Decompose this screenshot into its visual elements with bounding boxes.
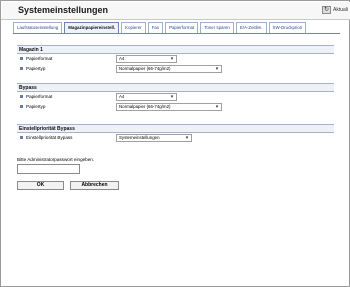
select-value: Normalpapier (66-74g/m2) (119, 104, 171, 109)
select-value: Normalpapier (66-74g/m2) (119, 66, 171, 71)
tab-bar: Laufstatuseinstellung Magazinpapiereinst… (13, 22, 307, 33)
papiertyp-select[interactable]: Normalpapier (66-74g/m2) ▾ (116, 103, 222, 111)
papierformat-select[interactable]: A4 ▾ (116, 55, 177, 63)
papiertyp-label: Papiertyp (26, 66, 46, 71)
papiertyp-select[interactable]: Normalpapier (66-74g/m2) ▾ (116, 65, 222, 73)
row-papierformat: Papierformat A4 ▾ (17, 92, 334, 102)
refresh-icon: ↻ (322, 6, 331, 14)
select-value: Systemeinstellungen (119, 135, 160, 140)
tab-laufstatuseinstellung[interactable]: Laufstatuseinstellung (13, 22, 63, 33)
bullet-icon (20, 95, 23, 98)
row-papiertyp: Papiertyp Normalpapier (66-74g/m2) ▾ (17, 102, 334, 112)
row-papierformat: Papierformat A4 ▾ (17, 54, 334, 64)
tab-kopierer[interactable]: Kopierer (121, 22, 146, 33)
tab-magazinpapiereinstell[interactable]: Magazinpapiereinstell. (64, 22, 120, 33)
papiertyp-label: Papiertyp (26, 104, 46, 109)
tab-sw-druckprioritaet[interactable]: SW-Druckpriori (268, 22, 307, 33)
bullet-icon (20, 67, 23, 70)
chevron-down-icon: ▾ (170, 56, 174, 62)
tab-papierformat[interactable]: Papierformat (165, 22, 199, 33)
chevron-down-icon: ▾ (185, 135, 189, 141)
section-title: Bypass (17, 83, 334, 92)
select-value: A4 (119, 56, 125, 61)
chevron-down-icon: ▾ (215, 104, 219, 110)
section-title: Einstellpriorität Bypass (17, 124, 334, 133)
tab-divider (13, 33, 340, 34)
password-label: Bitte Administratorpasswort eingeben. (17, 157, 95, 162)
password-input[interactable] (17, 164, 80, 174)
papierformat-label: Papierformat (26, 56, 53, 61)
chevron-down-icon: ▾ (215, 66, 219, 72)
row-einstellprioritaet: Einstellpriorität Bypass Systemeinstellu… (17, 133, 334, 143)
papierformat-select[interactable]: A4 ▾ (116, 93, 177, 101)
select-value: A4 (119, 94, 125, 99)
cancel-button[interactable]: Abbrechen (70, 181, 119, 190)
header-bar: Systemeinstellungen ↻ Aktuali (2, 2, 350, 19)
ok-button[interactable]: OK (17, 181, 64, 190)
refresh-button[interactable]: ↻ Aktuali (322, 6, 348, 14)
row-papiertyp: Papiertyp Normalpapier (66-74g/m2) ▾ (17, 64, 334, 74)
tab-ea-zeitlim[interactable]: E/A-Zeitlim. (235, 22, 267, 33)
chevron-down-icon: ▾ (170, 94, 174, 100)
section-bypass: Bypass Papierformat A4 ▾ Papiertyp Norma… (17, 83, 334, 112)
refresh-label: Aktuali (333, 7, 349, 13)
einstellprioritaet-select[interactable]: Systemeinstellungen ▾ (116, 134, 192, 142)
bullet-icon (20, 105, 23, 108)
section-magazin-1: Magazin 1 Papierformat A4 ▾ Papiertyp No… (17, 45, 334, 74)
einstellprioritaet-label: Einstellpriorität Bypass (26, 135, 73, 140)
bullet-icon (20, 136, 23, 139)
tab-toner-sparen[interactable]: Toner sparen (200, 22, 234, 33)
papierformat-label: Papierformat (26, 94, 53, 99)
bullet-icon (20, 57, 23, 60)
header-divider (1, 19, 350, 20)
page-title: Systemeinstellungen (18, 5, 109, 15)
tab-fax[interactable]: Fax (147, 22, 164, 33)
section-title: Magazin 1 (17, 45, 334, 54)
section-einstellprioritaet: Einstellpriorität Bypass Einstellpriorit… (17, 124, 334, 143)
window: Systemeinstellungen ↻ Aktuali Laufstatus… (0, 0, 350, 287)
